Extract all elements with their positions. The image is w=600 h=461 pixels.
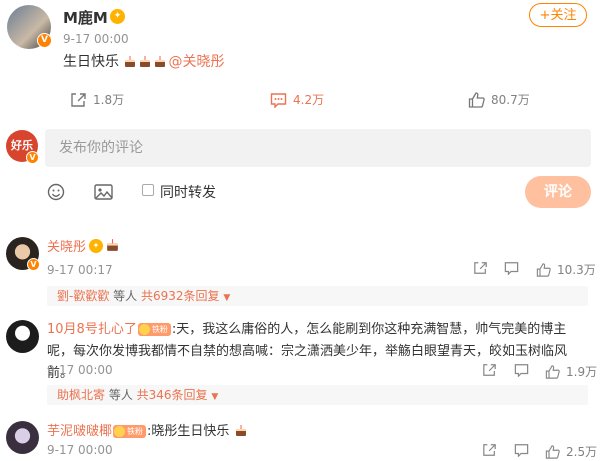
verified-badge-icon: V xyxy=(27,258,40,271)
post-text: 生日快乐 @关晓彤 xyxy=(63,51,224,71)
cake-emoji-icon xyxy=(234,423,248,437)
comment-icon[interactable] xyxy=(514,443,529,457)
comment-like-count: 1.9万 xyxy=(566,365,598,379)
repost-icon[interactable] xyxy=(473,261,488,275)
reply-middle-text: 等人 xyxy=(109,289,141,303)
comment-button[interactable]: 4.2万 xyxy=(270,91,324,108)
comment-icon[interactable] xyxy=(504,261,519,275)
fan-badge: 铁粉 xyxy=(113,425,147,438)
commenter-avatar[interactable] xyxy=(6,421,39,454)
fan-badge: 铁粉 xyxy=(137,323,171,336)
vip-crown-icon: ✦ xyxy=(89,239,103,253)
emoji-icon[interactable] xyxy=(47,183,65,201)
like-button[interactable]: 80.7万 xyxy=(468,91,530,108)
repost-icon xyxy=(70,92,87,108)
comment-author[interactable]: 芋泥啵啵椰 xyxy=(47,424,112,439)
like-count: 80.7万 xyxy=(491,93,530,107)
comment-like-button[interactable]: 10.3万 xyxy=(536,261,596,278)
thumbs-up-icon xyxy=(468,91,485,108)
comment-time: 9-17 00:00 xyxy=(47,363,113,377)
cake-emoji-icon xyxy=(153,54,167,68)
repost-button[interactable]: 1.8万 xyxy=(70,91,124,108)
comment-like-button[interactable]: 2.5万 xyxy=(545,443,597,460)
comment-text: :晓彤生日快乐 xyxy=(147,424,230,439)
comment-input[interactable]: 发布你的评论 xyxy=(45,129,591,167)
repost-checkbox-label[interactable]: 同时转发 xyxy=(160,182,216,202)
thumbs-up-icon xyxy=(545,444,560,459)
post-text-body: 生日快乐 xyxy=(63,54,119,70)
cake-emoji-icon xyxy=(138,54,152,68)
thumbs-up-icon xyxy=(545,364,560,379)
verified-badge-icon: V xyxy=(26,151,39,164)
comment-body: 芋泥啵啵椰 铁粉:晓彤生日快乐 xyxy=(47,420,249,439)
follow-button[interactable]: +关注 xyxy=(529,3,587,27)
comment-icon[interactable] xyxy=(514,363,529,377)
repost-icon[interactable] xyxy=(482,443,497,457)
commenter-avatar[interactable] xyxy=(6,320,39,353)
mention-link[interactable]: @关晓彤 xyxy=(168,54,224,70)
repost-checkbox[interactable] xyxy=(142,184,154,196)
comment-body: 10月8号扎心了 铁粉:天，我这么庸俗的人，怎么能刷到你这种充满智慧，帅气完美的博… xyxy=(47,319,592,385)
reply-summary[interactable]: 助枫北寄 等人 共346条回复 ▼ xyxy=(47,385,588,405)
comment-author[interactable]: 10月8号扎心了 xyxy=(47,322,137,337)
reply-summary[interactable]: 劉-歡歡歡 等人 共6932条回复 ▼ xyxy=(47,286,588,306)
reply-count-link[interactable]: 共346条回复 xyxy=(137,388,208,402)
repost-count: 1.8万 xyxy=(93,93,125,107)
reply-count-link[interactable]: 共6932条回复 xyxy=(141,289,220,303)
verified-badge-icon: V xyxy=(37,33,52,48)
comment-time: 9-17 00:00 xyxy=(47,443,113,457)
post-author-name[interactable]: M鹿M xyxy=(63,7,108,28)
submit-comment-button[interactable]: 评论 xyxy=(525,176,591,208)
comment-count: 4.2万 xyxy=(293,93,325,107)
reply-user-link[interactable]: 助枫北寄 xyxy=(57,388,105,402)
vip-crown-icon: ✦ xyxy=(110,9,125,24)
comment-author[interactable]: 关晓彤 xyxy=(47,236,86,255)
cake-emoji-icon xyxy=(123,54,137,68)
thumbs-up-icon xyxy=(536,262,551,277)
comment-like-count: 2.5万 xyxy=(566,445,598,459)
comment-like-button[interactable]: 1.9万 xyxy=(545,363,597,380)
repost-icon[interactable] xyxy=(482,363,497,377)
cake-emoji-icon xyxy=(105,237,120,256)
chevron-down-icon: ▼ xyxy=(223,293,231,303)
comment-time: 9-17 00:17 xyxy=(47,263,113,277)
reply-user-link[interactable]: 劉-歡歡歡 xyxy=(57,289,109,303)
reply-middle-text: 等人 xyxy=(105,388,137,402)
post-time: 9-17 00:00 xyxy=(63,32,129,46)
chevron-down-icon: ▼ xyxy=(211,392,219,402)
comment-icon xyxy=(270,92,287,108)
image-icon[interactable] xyxy=(94,183,113,201)
comment-like-count: 10.3万 xyxy=(557,263,596,277)
